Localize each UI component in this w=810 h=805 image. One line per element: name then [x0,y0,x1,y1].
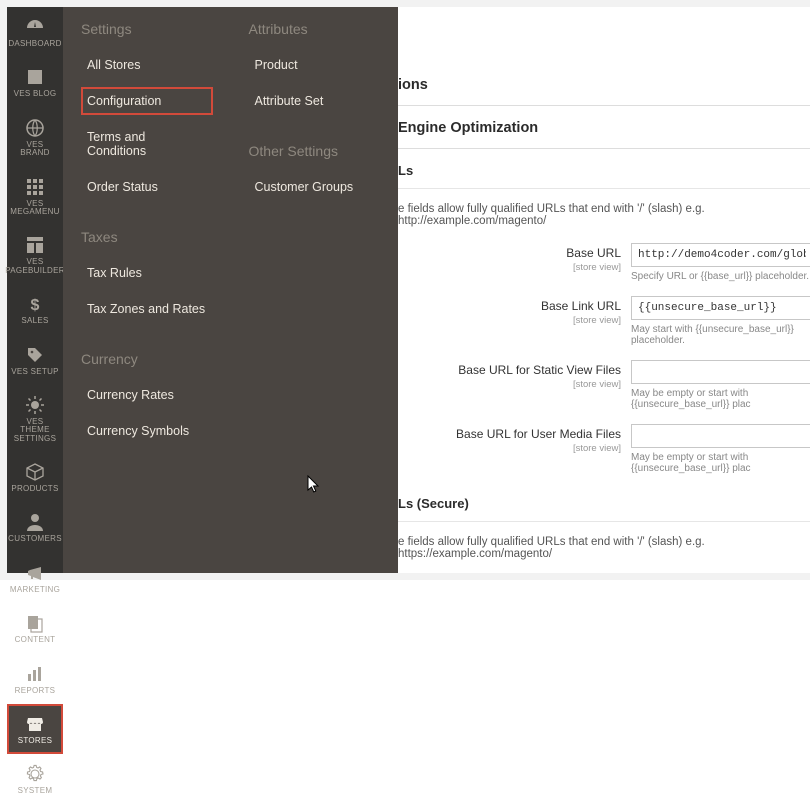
field-label: Base Link URL [541,299,621,313]
globe-icon [25,118,45,138]
rail-item-vespagebuilder[interactable]: VES PAGEBUILDER [7,225,63,284]
flyout-item-tax-rules[interactable]: Tax Rules [81,259,213,287]
rail-label: SALES [21,317,48,325]
field-hint: Specify URL or {{base_url}} placeholder. [631,271,810,282]
flyout-item-currency-symbols[interactable]: Currency Symbols [81,417,213,445]
base-media-url-input[interactable] [631,424,810,448]
rail-label: VES BLOG [14,90,57,98]
flyout-heading-attributes: Attributes [249,21,381,37]
section-header[interactable]: ions [398,7,810,106]
rail-item-vessetup[interactable]: VES SETUP [7,335,63,385]
flyout-item-all-stores[interactable]: All Stores [81,51,213,79]
bars-icon [25,664,45,684]
rail-label: STORES [18,737,53,745]
rail-item-sales[interactable]: $ SALES [7,284,63,334]
flyout-item-product[interactable]: Product [249,51,381,79]
base-link-url-input[interactable] [631,296,810,320]
field-scope: [store view] [398,379,621,390]
field-row-secure-base-url: Secure Base URL[store view] Specify URL … [398,570,810,573]
rail-item-dashboard[interactable]: DASHBOARD [7,7,63,57]
field-row-base-static-url: Base URL for Static View Files [store vie… [398,354,810,418]
layout-icon [25,235,45,255]
rail-label: SYSTEM [18,787,53,795]
flyout-item-configuration[interactable]: Configuration [81,87,213,115]
flyout-item-customer-groups[interactable]: Customer Groups [249,173,381,201]
field-label: Base URL for User Media Files [456,427,621,441]
field-scope: [store view] [398,315,621,326]
rail-item-products[interactable]: PRODUCTS [7,452,63,502]
flyout-item-currency-rates[interactable]: Currency Rates [81,381,213,409]
flyout-item-tax-zones[interactable]: Tax Zones and Rates [81,295,213,323]
stores-flyout: Settings All Stores Configuration Terms … [63,7,398,573]
rail-item-content[interactable]: CONTENT [7,603,63,653]
flyout-item-terms[interactable]: Terms and Conditions [81,123,213,165]
gauge-icon [25,17,45,37]
field-hint: May be empty or start with {{unsecure_ba… [631,388,810,410]
group-header-base-urls[interactable]: Ls [398,149,810,189]
rail-label: VES THEME SETTINGS [11,418,59,443]
dollar-icon: $ [25,294,45,314]
rail-label: DASHBOARD [8,40,61,48]
rail-item-vesblog[interactable]: VES BLOG [7,57,63,107]
rail-item-system[interactable]: SYSTEM [7,754,63,804]
rail-item-vestheme[interactable]: VES THEME SETTINGS [7,385,63,452]
rail-label: VES BRAND [11,141,59,158]
rail-label: VES MEGAMENU [10,200,60,217]
group-header-base-urls-secure[interactable]: Ls (Secure) [398,482,810,522]
grid-icon [25,177,45,197]
config-main: ions Engine Optimization Ls e fields all… [398,7,810,573]
rail-item-customers[interactable]: CUSTOMERS [7,502,63,552]
base-url-input[interactable] [631,243,810,267]
tag-icon [25,345,45,365]
rail-label: VES PAGEBUILDER [5,258,65,275]
flyout-item-order-status[interactable]: Order Status [81,173,213,201]
field-scope: [store view] [398,262,621,273]
admin-rail: DASHBOARD VES BLOG VES BRAND VES MEGAMEN… [7,7,63,573]
flyout-col-1: Settings All Stores Configuration Terms … [63,7,231,573]
cube-icon [25,462,45,482]
flyout-heading-other-settings: Other Settings [249,143,381,159]
field-hint: May start with {{unsecure_base_url}} pla… [631,324,810,346]
sun-icon [25,395,45,415]
rail-item-marketing[interactable]: MARKETING [7,553,63,603]
field-label: Base URL [566,246,621,260]
rail-label: CUSTOMERS [8,535,62,543]
rail-label: CONTENT [15,636,56,644]
newspaper-icon [25,67,45,87]
rail-item-vesmega[interactable]: VES MEGAMENU [7,167,63,226]
rail-item-stores[interactable]: STORES [7,704,63,754]
flyout-heading-currency: Currency [81,351,213,367]
field-row-base-url: Base URL [store view] Specify URL or {{ba… [398,237,810,290]
rail-label: REPORTS [15,687,56,695]
field-hint: May be empty or start with {{unsecure_ba… [631,452,810,474]
base-static-url-input[interactable] [631,360,810,384]
field-row-base-media-url: Base URL for User Media Files [store view… [398,418,810,482]
rail-item-reports[interactable]: REPORTS [7,654,63,704]
field-row-base-link-url: Base Link URL [store view] May start with… [398,290,810,354]
field-scope: [store view] [398,443,621,454]
rail-label: PRODUCTS [11,485,58,493]
rail-item-vesbrand[interactable]: VES BRAND [7,108,63,167]
group-description: e fields allow fully qualified URLs that… [398,189,810,237]
flyout-item-attribute-set[interactable]: Attribute Set [249,87,381,115]
section-header-seo[interactable]: Engine Optimization [398,106,810,149]
group-description: e fields allow fully qualified URLs that… [398,522,810,570]
pages-icon [25,613,45,633]
gear-icon [25,764,45,784]
mouse-cursor-icon [307,475,321,498]
rail-label: VES SETUP [11,368,59,376]
person-icon [25,512,45,532]
field-label: Base URL for Static View Files [458,363,621,377]
store-icon [25,714,45,734]
flyout-heading-taxes: Taxes [81,229,213,245]
flyout-heading-settings: Settings [81,21,213,37]
svg-text:$: $ [31,297,40,314]
rail-label: MARKETING [10,586,60,594]
